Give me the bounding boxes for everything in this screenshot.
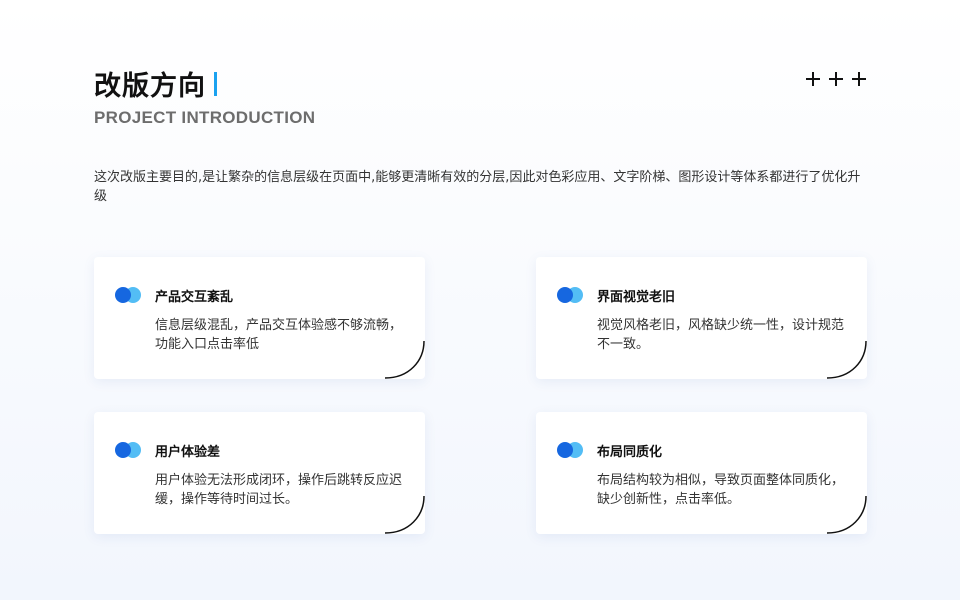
corner-curve-icon	[385, 496, 425, 534]
card-interaction: 产品交互紊乱 信息层级混乱，产品交互体验感不够流畅，功能入口点击率低	[94, 257, 425, 379]
double-circle-icon	[557, 441, 587, 459]
double-circle-icon	[115, 441, 145, 459]
card-title: 用户体验差	[155, 445, 221, 460]
page-title: 改版方向	[94, 71, 206, 102]
plus-icon	[829, 72, 843, 86]
card-description: 用户体验无法形成闭环，操作后跳转反应迟缓，操作等待时间过长。	[155, 473, 403, 507]
card-title: 布局同质化	[597, 445, 663, 460]
plus-icon	[852, 72, 866, 86]
card-layout: 布局同质化 布局结构较为相似，导致页面整体同质化，缺少创新性，点击率低。	[536, 412, 867, 534]
card-description: 信息层级混乱，产品交互体验感不够流畅，功能入口点击率低	[155, 318, 403, 352]
page-header: 改版方向	[94, 64, 217, 103]
title-accent-bar	[214, 71, 217, 96]
card-visual: 界面视觉老旧 视觉风格老旧，风格缺少统一性，设计规范不一致。	[536, 257, 867, 379]
intro-text: 这次改版主要目的,是让繁杂的信息层级在页面中,能够更清晰有效的分层,因此对色彩应…	[94, 170, 861, 204]
double-circle-icon	[557, 286, 587, 304]
page-subtitle: PROJECT INTRODUCTION	[94, 108, 316, 127]
decorative-plus-group	[806, 72, 866, 86]
card-title: 产品交互紊乱	[155, 290, 234, 305]
card-experience: 用户体验差 用户体验无法形成闭环，操作后跳转反应迟缓，操作等待时间过长。	[94, 412, 425, 534]
card-title: 界面视觉老旧	[597, 290, 676, 305]
card-description: 布局结构较为相似，导致页面整体同质化，缺少创新性，点击率低。	[597, 473, 845, 507]
corner-curve-icon	[827, 496, 867, 534]
corner-curve-icon	[385, 341, 425, 379]
corner-curve-icon	[827, 341, 867, 379]
card-description: 视觉风格老旧，风格缺少统一性，设计规范不一致。	[597, 318, 845, 352]
double-circle-icon	[115, 286, 145, 304]
plus-icon	[806, 72, 820, 86]
